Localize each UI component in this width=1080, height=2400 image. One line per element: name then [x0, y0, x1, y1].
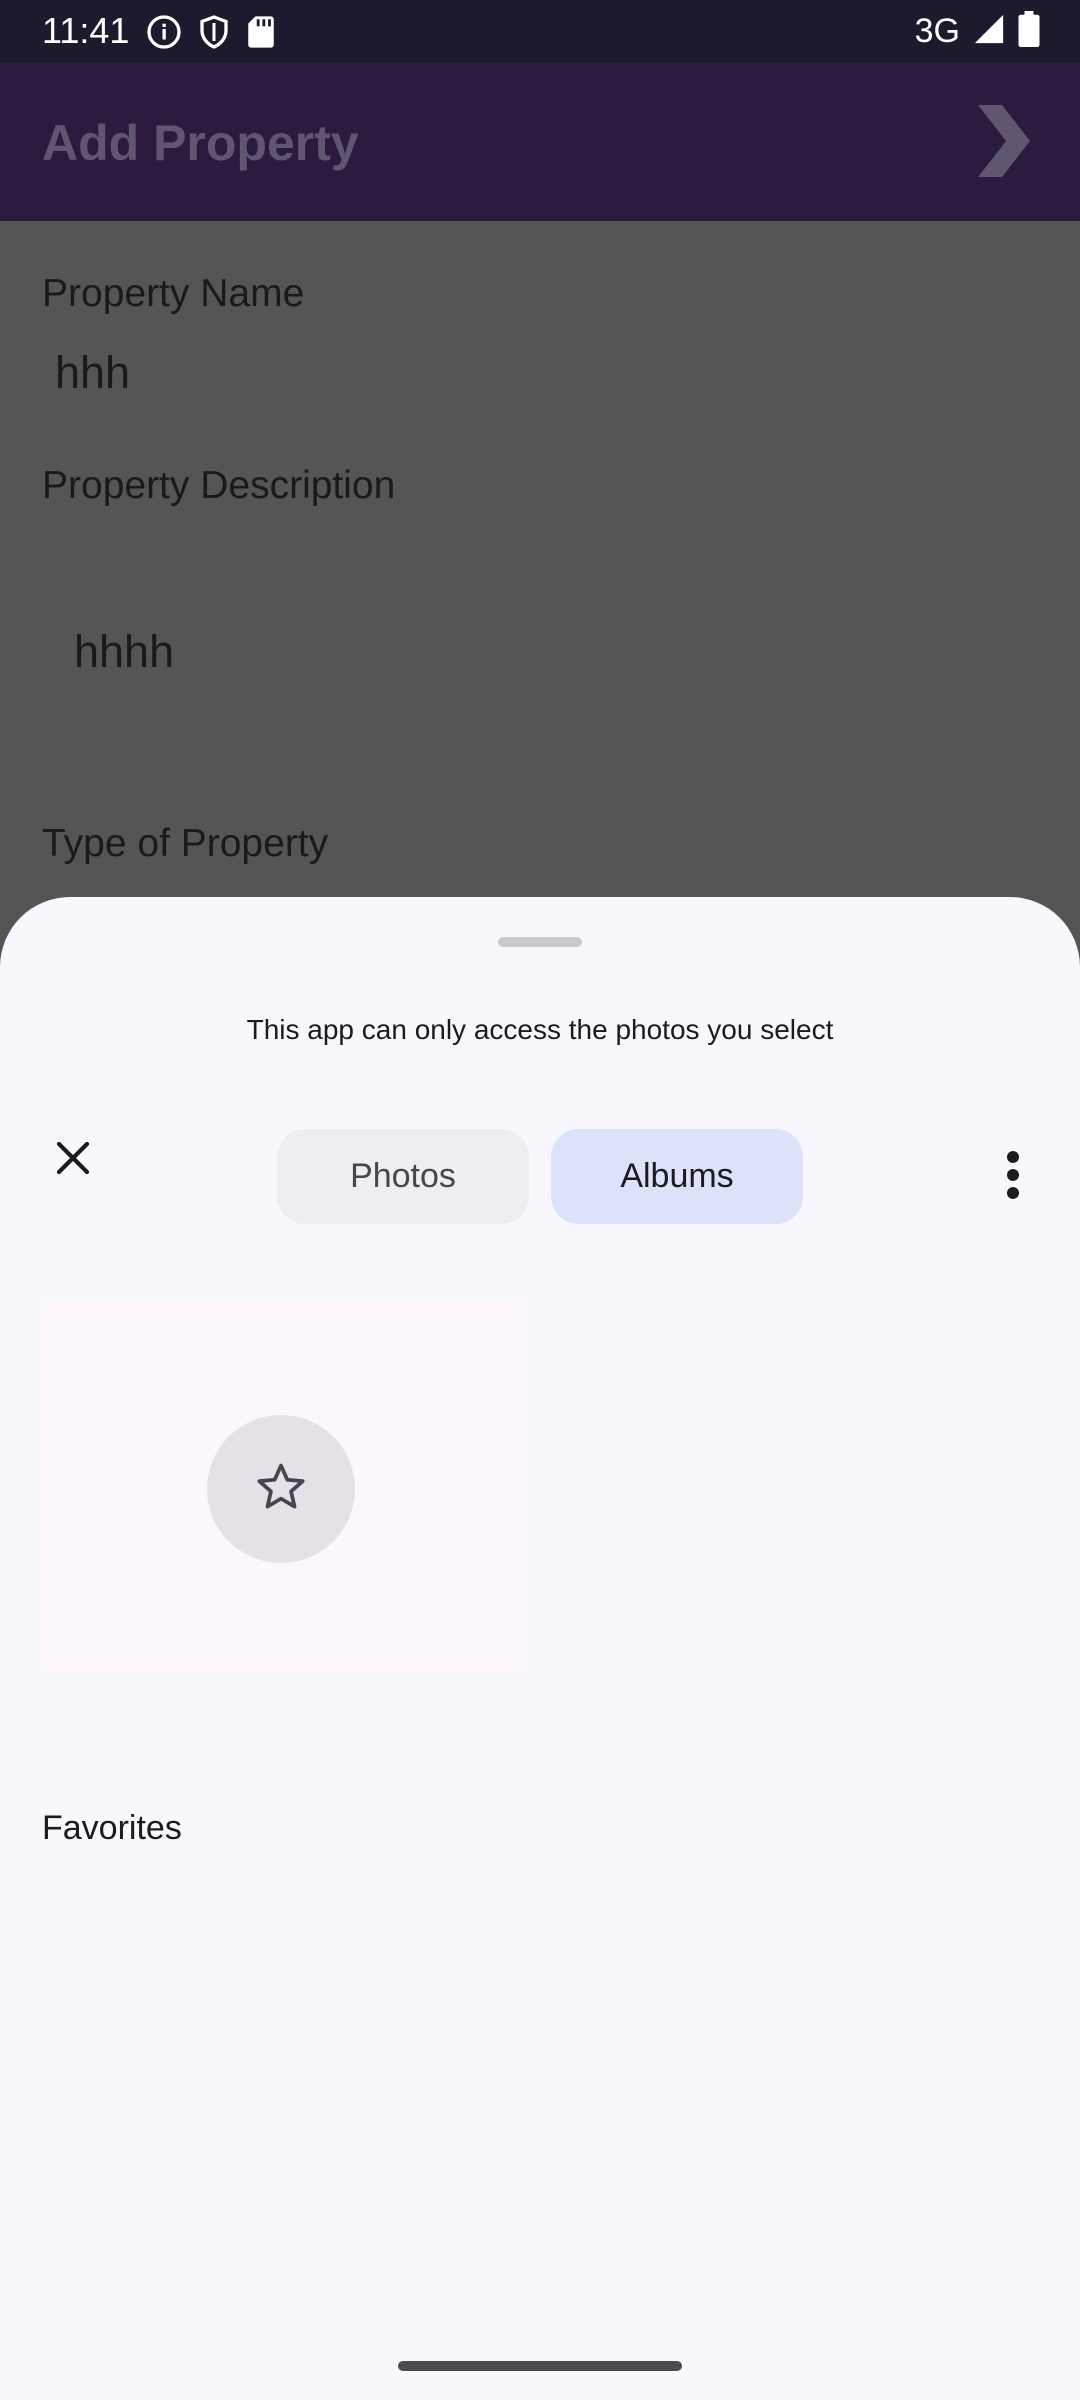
album-favorites[interactable]	[42, 1302, 524, 1672]
close-icon	[52, 1137, 94, 1184]
battery-icon	[1018, 10, 1040, 52]
chevron-right-icon[interactable]	[972, 101, 1034, 186]
network-type: 3G	[914, 12, 960, 50]
more-vert-icon	[1005, 1150, 1021, 1205]
access-notice: This app can only access the photos you …	[246, 1014, 834, 1045]
photo-picker-sheet: This app can only access the photos you …	[0, 897, 1080, 2400]
tab-albums[interactable]: Albums	[551, 1129, 803, 1224]
property-form: Property Name hhh Property Description h…	[0, 221, 1080, 901]
status-system-icons: 3G	[915, 10, 1040, 52]
app-bar: Add Property	[0, 63, 1080, 221]
property-description-field[interactable]: hhhh	[74, 626, 174, 678]
property-name-field[interactable]: hhh	[55, 347, 130, 399]
signal-icon	[972, 12, 1006, 51]
album-label: Favorites	[42, 1809, 182, 1847]
drag-handle[interactable]	[498, 937, 582, 947]
close-button[interactable]	[42, 1129, 104, 1191]
star-icon	[253, 1459, 309, 1520]
status-time: 11:41	[42, 10, 130, 51]
property-name-label: Property Name	[42, 272, 305, 315]
sd-card-icon	[246, 15, 276, 49]
status-notification-icons	[146, 12, 276, 52]
album-icon-circle	[207, 1415, 355, 1563]
info-icon	[146, 14, 182, 50]
property-description-label: Property Description	[42, 464, 396, 507]
gesture-navigation-bar[interactable]	[398, 2361, 682, 2371]
more-options-button[interactable]	[988, 1144, 1038, 1210]
property-type-label: Type of Property	[42, 822, 329, 865]
status-bar: 11:41 3G	[0, 0, 1080, 63]
shield-icon	[196, 14, 232, 50]
album-thumbnail	[42, 1302, 524, 1672]
tab-photos[interactable]: Photos	[277, 1129, 529, 1224]
page-title: Add Property	[42, 115, 359, 171]
